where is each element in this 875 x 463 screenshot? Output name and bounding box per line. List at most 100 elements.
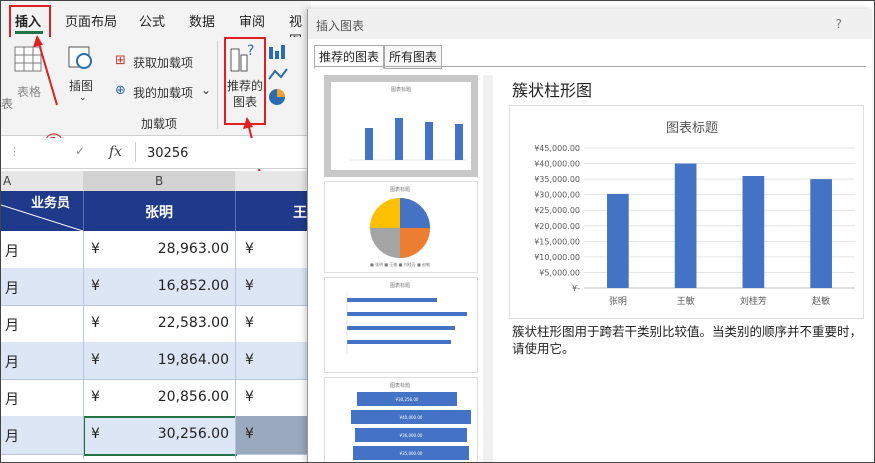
svg-text:¥35,000.00: ¥35,000.00	[400, 451, 423, 456]
row-currency-c: ¥	[245, 278, 254, 294]
pie-legend: ■ 张明 ■ 王敏 ■ 刘桂芳 ■ 赵敏	[370, 261, 430, 267]
annotation-box-recommended	[224, 37, 266, 125]
x-tick-label: 张明	[609, 296, 627, 307]
y-tick-label: ¥15,000.00	[534, 237, 580, 246]
insert-chart-dialog: 插入图表 ? 推荐的图表 所有图表 图表标题 图表标题 ■ 张明 ■ 王敏 ■ …	[307, 9, 872, 462]
svg-text:图表标题: 图表标题	[391, 86, 411, 93]
fx-label[interactable]: fx	[109, 144, 122, 160]
row-currency-c: ¥	[245, 241, 254, 257]
chart-preview: 图表标题 ¥- ¥5,000.00 ¥10,000.00 ¥15,000.00 ¥20,…	[509, 105, 864, 319]
y-tick-label: ¥10,000.00	[534, 253, 580, 262]
row-currency: ¥	[91, 278, 100, 294]
group-divider	[217, 41, 218, 129]
tab-divider	[314, 66, 866, 67]
row-currency-c: ¥	[245, 352, 254, 368]
chart-thumbnail-list: 图表标题 图表标题 ■ 张明 ■ 王敏 ■ 刘桂芳 ■ 赵敏 图表标题 图表标题…	[324, 75, 496, 462]
thumb-pie-chart: 图表标题 ■ 张明 ■ 王敏 ■ 刘桂芳 ■ 赵敏	[370, 186, 430, 267]
illustrations-label: 插图	[69, 79, 94, 93]
my-addins-button[interactable]: ⊕ 我的加载项 ⌄	[115, 83, 215, 101]
svg-text:图表标题: 图表标题	[390, 186, 410, 193]
svg-text:图表标题: 图表标题	[390, 282, 410, 289]
y-tick-label: ¥40,000.00	[534, 160, 580, 169]
y-tick-label: ¥30,000.00	[534, 191, 580, 200]
row-month: 月	[5, 429, 19, 445]
dropdown-arrow-icon[interactable]: ⌄	[201, 83, 211, 97]
table-row[interactable]: 月 ¥ 22,583.00 ¥	[1, 305, 311, 343]
header-zhangming[interactable]: 张明	[145, 202, 173, 222]
table-header-row: 业务员 张明 王	[1, 191, 311, 231]
y-tick-label: ¥35,000.00	[534, 175, 580, 184]
chart-type-icons	[268, 45, 288, 105]
ribbon-tab-bar: 插入 页面布局 公式 数据 审阅 视图	[1, 1, 311, 49]
my-addins-label: 我的加载项	[133, 86, 194, 100]
svg-text:¥40,000.00: ¥40,000.00	[400, 415, 423, 420]
y-tick-label: ¥-	[572, 284, 580, 293]
column-a-header[interactable]: A	[3, 174, 11, 188]
table-row[interactable]: 月 ¥ 19,864.00 ¥	[1, 342, 311, 380]
tab-formulas[interactable]: 公式	[139, 11, 165, 30]
table-row[interactable]: 月 ¥ 20,856.00 ¥	[1, 379, 311, 417]
store-icon: ⊞	[115, 53, 126, 68]
chevron-down-icon: ⌄	[79, 93, 87, 103]
row-month: 月	[5, 392, 19, 408]
row-currency: ¥	[91, 241, 100, 257]
thumbnail-scrollbar[interactable]	[483, 75, 493, 462]
bar-3	[742, 176, 765, 288]
row-currency: ¥	[91, 426, 100, 442]
annotation-arrow-1	[33, 35, 58, 106]
illustrations-icon	[68, 46, 92, 69]
row-month: 月	[5, 355, 19, 371]
dialog-title-bar[interactable]: 插入图表 ?	[308, 9, 872, 39]
thumbnail-clustered-column[interactable]: 图表标题	[324, 75, 478, 177]
row-month: 月	[5, 318, 19, 334]
row-currency-c: ¥	[245, 426, 254, 442]
thumbnail-funnel[interactable]: 图表标题 ¥30,256.00 ¥40,000.00 ¥36,000.00 ¥3…	[324, 377, 478, 462]
formula-input[interactable]: 30256	[147, 146, 188, 161]
formula-bar: ⋮ ✓ fx 30256	[1, 138, 311, 169]
table-row-selected[interactable]: 月 ¥ 30,256.00 ¥	[1, 416, 311, 456]
row-currency: ¥	[91, 389, 100, 405]
tab-data[interactable]: 数据	[189, 11, 215, 30]
row-currency-c: ¥	[245, 315, 254, 331]
column-header-bar: A B	[1, 171, 311, 192]
chart-description: 簇状柱形图用于跨若干类别比较值。当类别的顺序并不重要时，请使用它。	[512, 324, 863, 356]
tab-review[interactable]: 审阅	[239, 11, 265, 30]
chart-title: 图表标题	[666, 121, 718, 136]
thumbnail-pie[interactable]: 图表标题 ■ 张明 ■ 王敏 ■ 刘桂芳 ■ 赵敏	[324, 181, 478, 273]
confirm-icon[interactable]: ✓	[75, 144, 85, 158]
row-amount[interactable]: 16,852.00	[121, 278, 229, 294]
row-amount[interactable]: 20,856.00	[121, 389, 229, 405]
svg-text:图表标题: 图表标题	[390, 382, 410, 389]
addins-icon: ⊕	[115, 83, 126, 98]
svg-text:¥36,000.00: ¥36,000.00	[400, 433, 423, 438]
ribbon-cut-label: 表	[1, 97, 14, 111]
thumbnail-bar[interactable]: 图表标题	[324, 277, 478, 373]
bar-2	[674, 163, 697, 288]
svg-text:¥30,256.00: ¥30,256.00	[396, 397, 419, 402]
thumb-bar-chart: 图表标题	[346, 282, 467, 354]
row-amount[interactable]: 28,963.00	[121, 241, 229, 257]
row-amount[interactable]: 30,256.00	[121, 426, 229, 442]
row-currency: ¥	[91, 352, 100, 368]
row-month: 月	[5, 244, 19, 260]
watermark: CSDN @数据科学与商务智能	[607, 433, 805, 451]
table-row[interactable]: 月 ¥ 16,852.00 ¥	[1, 268, 311, 306]
get-addins-label: 获取加载项	[133, 56, 194, 70]
row-amount[interactable]: 22,583.00	[121, 315, 229, 331]
more-icon: ⋮	[9, 145, 20, 158]
bar-4	[810, 179, 832, 288]
x-tick-label: 刘桂芳	[740, 295, 767, 307]
tab-page-layout[interactable]: 页面布局	[65, 11, 117, 30]
row-currency: ¥	[91, 315, 100, 331]
get-addins-button[interactable]: ⊞ 获取加载项	[115, 53, 215, 71]
thumb-column-chart: 图表标题	[349, 86, 467, 161]
header-wang[interactable]: 王	[293, 202, 307, 222]
y-tick-label: ¥45,000.00	[534, 144, 580, 153]
illustrations-button[interactable]: 插图 ⌄	[67, 45, 101, 105]
row-amount[interactable]: 19,864.00	[121, 352, 229, 368]
column-b-header[interactable]: B	[155, 174, 163, 188]
table-row[interactable]: 月 ¥ 28,963.00 ¥	[1, 231, 311, 269]
screenshot-frame: 插入 页面布局 公式 数据 审阅 视图 表 表格 插图 ⌄ ⊞	[0, 0, 875, 463]
help-icon[interactable]: ?	[836, 17, 842, 31]
grid-line	[83, 231, 84, 459]
